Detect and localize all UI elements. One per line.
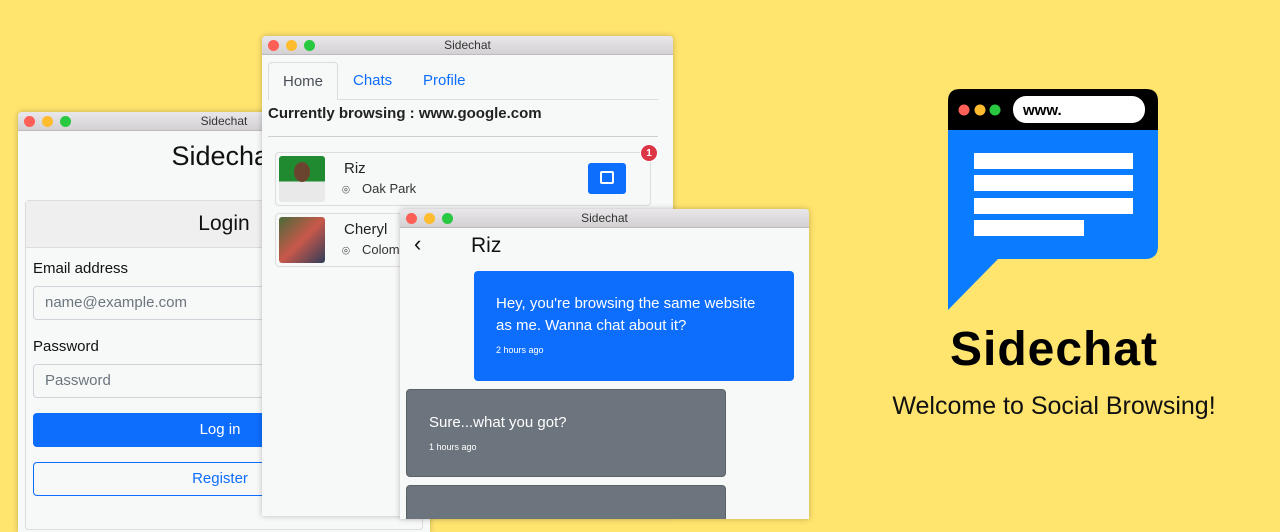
- back-arrow-icon[interactable]: ‹: [414, 231, 421, 257]
- message-received: Sure...what you got? 1 hours ago: [406, 389, 726, 477]
- window-title: Sidechat: [581, 211, 628, 225]
- logo-url-text: www.: [1022, 102, 1062, 119]
- unread-badge: 1: [640, 144, 658, 162]
- tab-chats[interactable]: Chats: [353, 62, 392, 100]
- chat-bubble-icon: [600, 171, 614, 184]
- close-icon[interactable]: [406, 213, 417, 224]
- avatar: [279, 217, 325, 263]
- user-card[interactable]: Riz ⌾ Oak Park: [275, 152, 651, 206]
- window-title: Sidechat: [200, 114, 248, 128]
- maximize-icon[interactable]: [442, 213, 453, 224]
- maximize-icon[interactable]: [60, 116, 71, 127]
- password-label: Password: [33, 338, 99, 355]
- message-received: [406, 485, 726, 519]
- avatar: [279, 156, 325, 202]
- user-location: Colom: [362, 242, 400, 257]
- tab-profile[interactable]: Profile: [423, 62, 466, 100]
- chat-contact-name: Riz: [471, 234, 502, 257]
- message-time: 2 hours ago: [496, 345, 544, 355]
- tab-home[interactable]: Home: [268, 62, 338, 100]
- brand-name: Sidechat: [949, 323, 1159, 376]
- maximize-icon[interactable]: [304, 40, 315, 51]
- close-icon[interactable]: [24, 116, 35, 127]
- location-pin-icon: ⌾: [342, 243, 350, 258]
- sidechat-logo: www.: [948, 89, 1158, 310]
- minimize-icon[interactable]: [424, 213, 435, 224]
- currently-browsing: Currently browsing : www.google.com: [268, 105, 542, 122]
- user-name: Riz: [344, 160, 366, 177]
- message-time: 1 hours ago: [429, 442, 477, 452]
- minimize-icon[interactable]: [286, 40, 297, 51]
- window-title: Sidechat: [444, 38, 491, 52]
- chat-window: Sidechat ‹ Riz Hey, you're browsing the …: [400, 209, 809, 519]
- title-bar: Sidechat: [400, 209, 809, 228]
- minimize-icon[interactable]: [42, 116, 53, 127]
- brand-tagline: Welcome to Social Browsing!: [892, 392, 1216, 420]
- user-name: Cheryl: [344, 221, 388, 238]
- location-pin-icon: ⌾: [342, 182, 350, 197]
- email-label: Email address: [33, 260, 129, 277]
- close-icon[interactable]: [268, 40, 279, 51]
- message-text: Hey, you're browsing the same website as…: [496, 295, 756, 334]
- title-bar: Sidechat: [262, 36, 673, 55]
- chat-button[interactable]: [588, 163, 626, 194]
- message-sent: Hey, you're browsing the same website as…: [474, 271, 794, 381]
- message-text: Sure...what you got?: [429, 414, 567, 431]
- user-location: Oak Park: [362, 181, 417, 196]
